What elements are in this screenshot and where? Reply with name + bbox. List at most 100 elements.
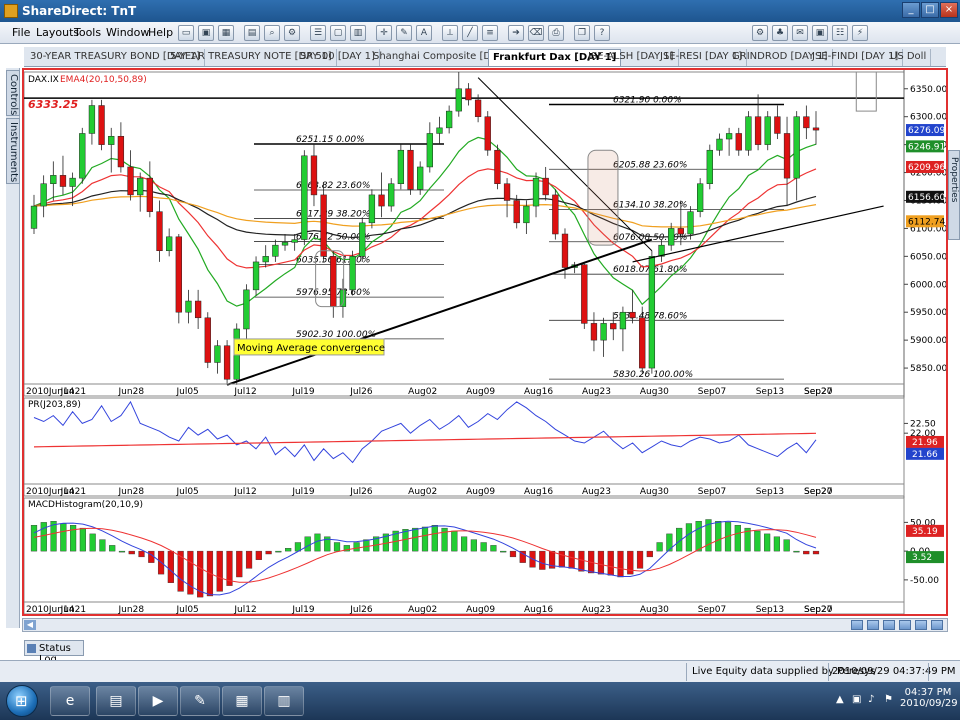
grid-icon[interactable]: ▦ <box>218 25 234 41</box>
macd-bar-positive <box>363 539 370 552</box>
table-icon[interactable]: ☰ <box>310 25 326 41</box>
open-layout-icon[interactable]: ▭ <box>178 25 194 41</box>
macd-bar-negative <box>128 550 135 555</box>
document-app-icon[interactable]: ▦ <box>222 686 262 716</box>
ruler-icon[interactable]: ⟂ <box>442 25 458 41</box>
price-y-tick-label: 6350.00 <box>910 85 946 95</box>
start-button[interactable]: ⊞ <box>6 685 38 717</box>
chart-icon[interactable]: ▤ <box>244 25 260 41</box>
menu-help[interactable]: Help <box>148 26 173 39</box>
menu-bar: File Layouts Tools Window Help ▭ ▣ ▦ ▤ ⌕ ⚙ ☰ ▢ ▥… <box>0 22 960 44</box>
side-tab-properties[interactable]: Properties <box>948 150 960 240</box>
price-y-tick-label: 6000.00 <box>910 280 946 290</box>
pr-blue-badge-label: 21.66 <box>912 450 938 460</box>
macd-bar-negative <box>539 550 546 570</box>
candle-up <box>619 311 627 330</box>
tray-flag-icon[interactable]: ⚑ <box>884 694 896 706</box>
page-icon[interactable]: ▢ <box>330 25 346 41</box>
chart-layout-icon[interactable] <box>899 620 911 630</box>
candle-down <box>378 194 385 207</box>
candle-down <box>146 177 153 212</box>
pr-x-tick-label: Jul26 <box>349 487 373 497</box>
sharedirect-taskbar-icon[interactable]: ▥ <box>264 686 304 716</box>
candle-up <box>137 177 144 196</box>
internet-explorer-icon[interactable]: e <box>50 686 90 716</box>
tab-us-dollar[interactable]: US Doll <box>886 49 932 66</box>
draw-icon[interactable]: ✎ <box>396 25 412 41</box>
candle-down <box>474 99 482 117</box>
pr-y-tick-label: 22.50 <box>910 419 936 429</box>
macd-bar-positive <box>500 550 507 553</box>
close-button[interactable]: × <box>940 2 958 18</box>
text-icon[interactable]: A <box>416 25 432 41</box>
candle-up <box>50 175 57 184</box>
menu-tools[interactable]: Tools <box>74 26 101 39</box>
menu-file[interactable]: File <box>12 26 30 39</box>
candle-down <box>194 300 202 319</box>
macd-bar-positive <box>490 545 497 552</box>
menu-layouts[interactable]: Layouts <box>36 26 79 39</box>
tray-arrow-icon[interactable]: ▲ <box>836 694 848 706</box>
menu-window[interactable]: Window <box>106 26 149 39</box>
status-timestamp: 2010/09/29 04:37:49 PM <box>832 666 956 677</box>
file-explorer-icon[interactable]: ▤ <box>96 686 136 716</box>
candle-up <box>262 256 269 263</box>
fib-level-label: 6321.90 0.00% <box>613 95 682 105</box>
horizontal-scrollbar[interactable]: ◀ <box>22 618 948 632</box>
help-icon[interactable]: ? <box>594 25 610 41</box>
side-tab-controls[interactable]: Controls <box>6 70 20 116</box>
scroll-left-arrow[interactable]: ◀ <box>24 620 36 630</box>
copy-icon[interactable]: ❐ <box>574 25 590 41</box>
zoom-in-icon[interactable] <box>867 620 879 630</box>
tile-icon[interactable]: ▥ <box>350 25 366 41</box>
status-log-tab[interactable]: Status Log <box>24 640 84 665</box>
settings-icon[interactable]: ⚙ <box>284 25 300 41</box>
zoom-icon[interactable]: ⌕ <box>264 25 280 41</box>
ema-black-badge-label: 6156.60 <box>908 193 945 203</box>
candle-up <box>359 222 366 257</box>
side-tab-instruments[interactable]: Instruments <box>6 118 20 184</box>
macd-bar-negative <box>245 550 253 569</box>
save-layout-icon[interactable]: ▣ <box>198 25 214 41</box>
paint-tool-icon[interactable]: ✎ <box>180 686 220 716</box>
crosshair-icon[interactable]: ✛ <box>376 25 392 41</box>
scanner-icon[interactable]: ☷ <box>832 25 848 41</box>
media-player-icon[interactable]: ▶ <box>138 686 178 716</box>
portfolio-icon[interactable]: ▣ <box>812 25 828 41</box>
maximize-button[interactable]: □ <box>921 2 939 18</box>
news-icon[interactable]: ✉ <box>792 25 808 41</box>
alert-icon[interactable]: ⚙ <box>752 25 768 41</box>
arrow-icon[interactable]: ➔ <box>508 25 524 41</box>
chart-grid-icon[interactable] <box>883 620 895 630</box>
minimize-button[interactable]: _ <box>902 2 920 18</box>
fib-icon[interactable]: ≡ <box>482 25 498 41</box>
status-separator <box>928 663 929 681</box>
price-x-tick-label: Jun28 <box>118 387 145 397</box>
tray-volume-icon[interactable]: ♪ <box>868 694 880 706</box>
calendar-icon[interactable]: ⚡ <box>852 25 868 41</box>
tray-network-icon[interactable]: ▣ <box>852 694 864 706</box>
watchlist-icon[interactable]: ♣ <box>772 25 788 41</box>
macd-bar-positive <box>285 548 292 552</box>
macd-bar-negative <box>803 550 810 555</box>
trendline-icon[interactable]: ╱ <box>462 25 478 41</box>
taskbar-clock[interactable]: 04:37 PM 2010/09/29 <box>900 687 958 709</box>
chart-export-icon[interactable] <box>931 620 943 630</box>
price-x-tick-label: Aug02 <box>408 387 437 397</box>
annotation-text: Moving Average convergence <box>237 343 385 354</box>
erase-icon[interactable]: ⌫ <box>528 25 544 41</box>
print-icon[interactable]: ⎙ <box>548 25 564 41</box>
candle-up <box>397 149 405 184</box>
left-side-panel: Controls Instruments <box>6 68 20 628</box>
candle-down <box>117 135 125 168</box>
pr-x-tick-label: Jul12 <box>233 487 256 497</box>
tab-sp500[interactable]: SP 500 [DAY 1] <box>296 49 380 66</box>
macd-x-tick-label: Sep13 <box>756 605 784 614</box>
macd-x-tick-label: Aug16 <box>524 605 553 614</box>
chart-area[interactable]: DAX.IX EMA4(20,10,50,89) 6333.25 5850.00 590… <box>22 68 948 616</box>
price-symbol-label: DAX.IX <box>28 75 59 85</box>
zoom-out-icon[interactable] <box>851 620 863 630</box>
charts-svg[interactable]: DAX.IX EMA4(20,10,50,89) 6333.25 5850.00 590… <box>23 70 947 615</box>
chart-settings-icon[interactable] <box>915 620 927 630</box>
candle-up <box>764 116 771 145</box>
